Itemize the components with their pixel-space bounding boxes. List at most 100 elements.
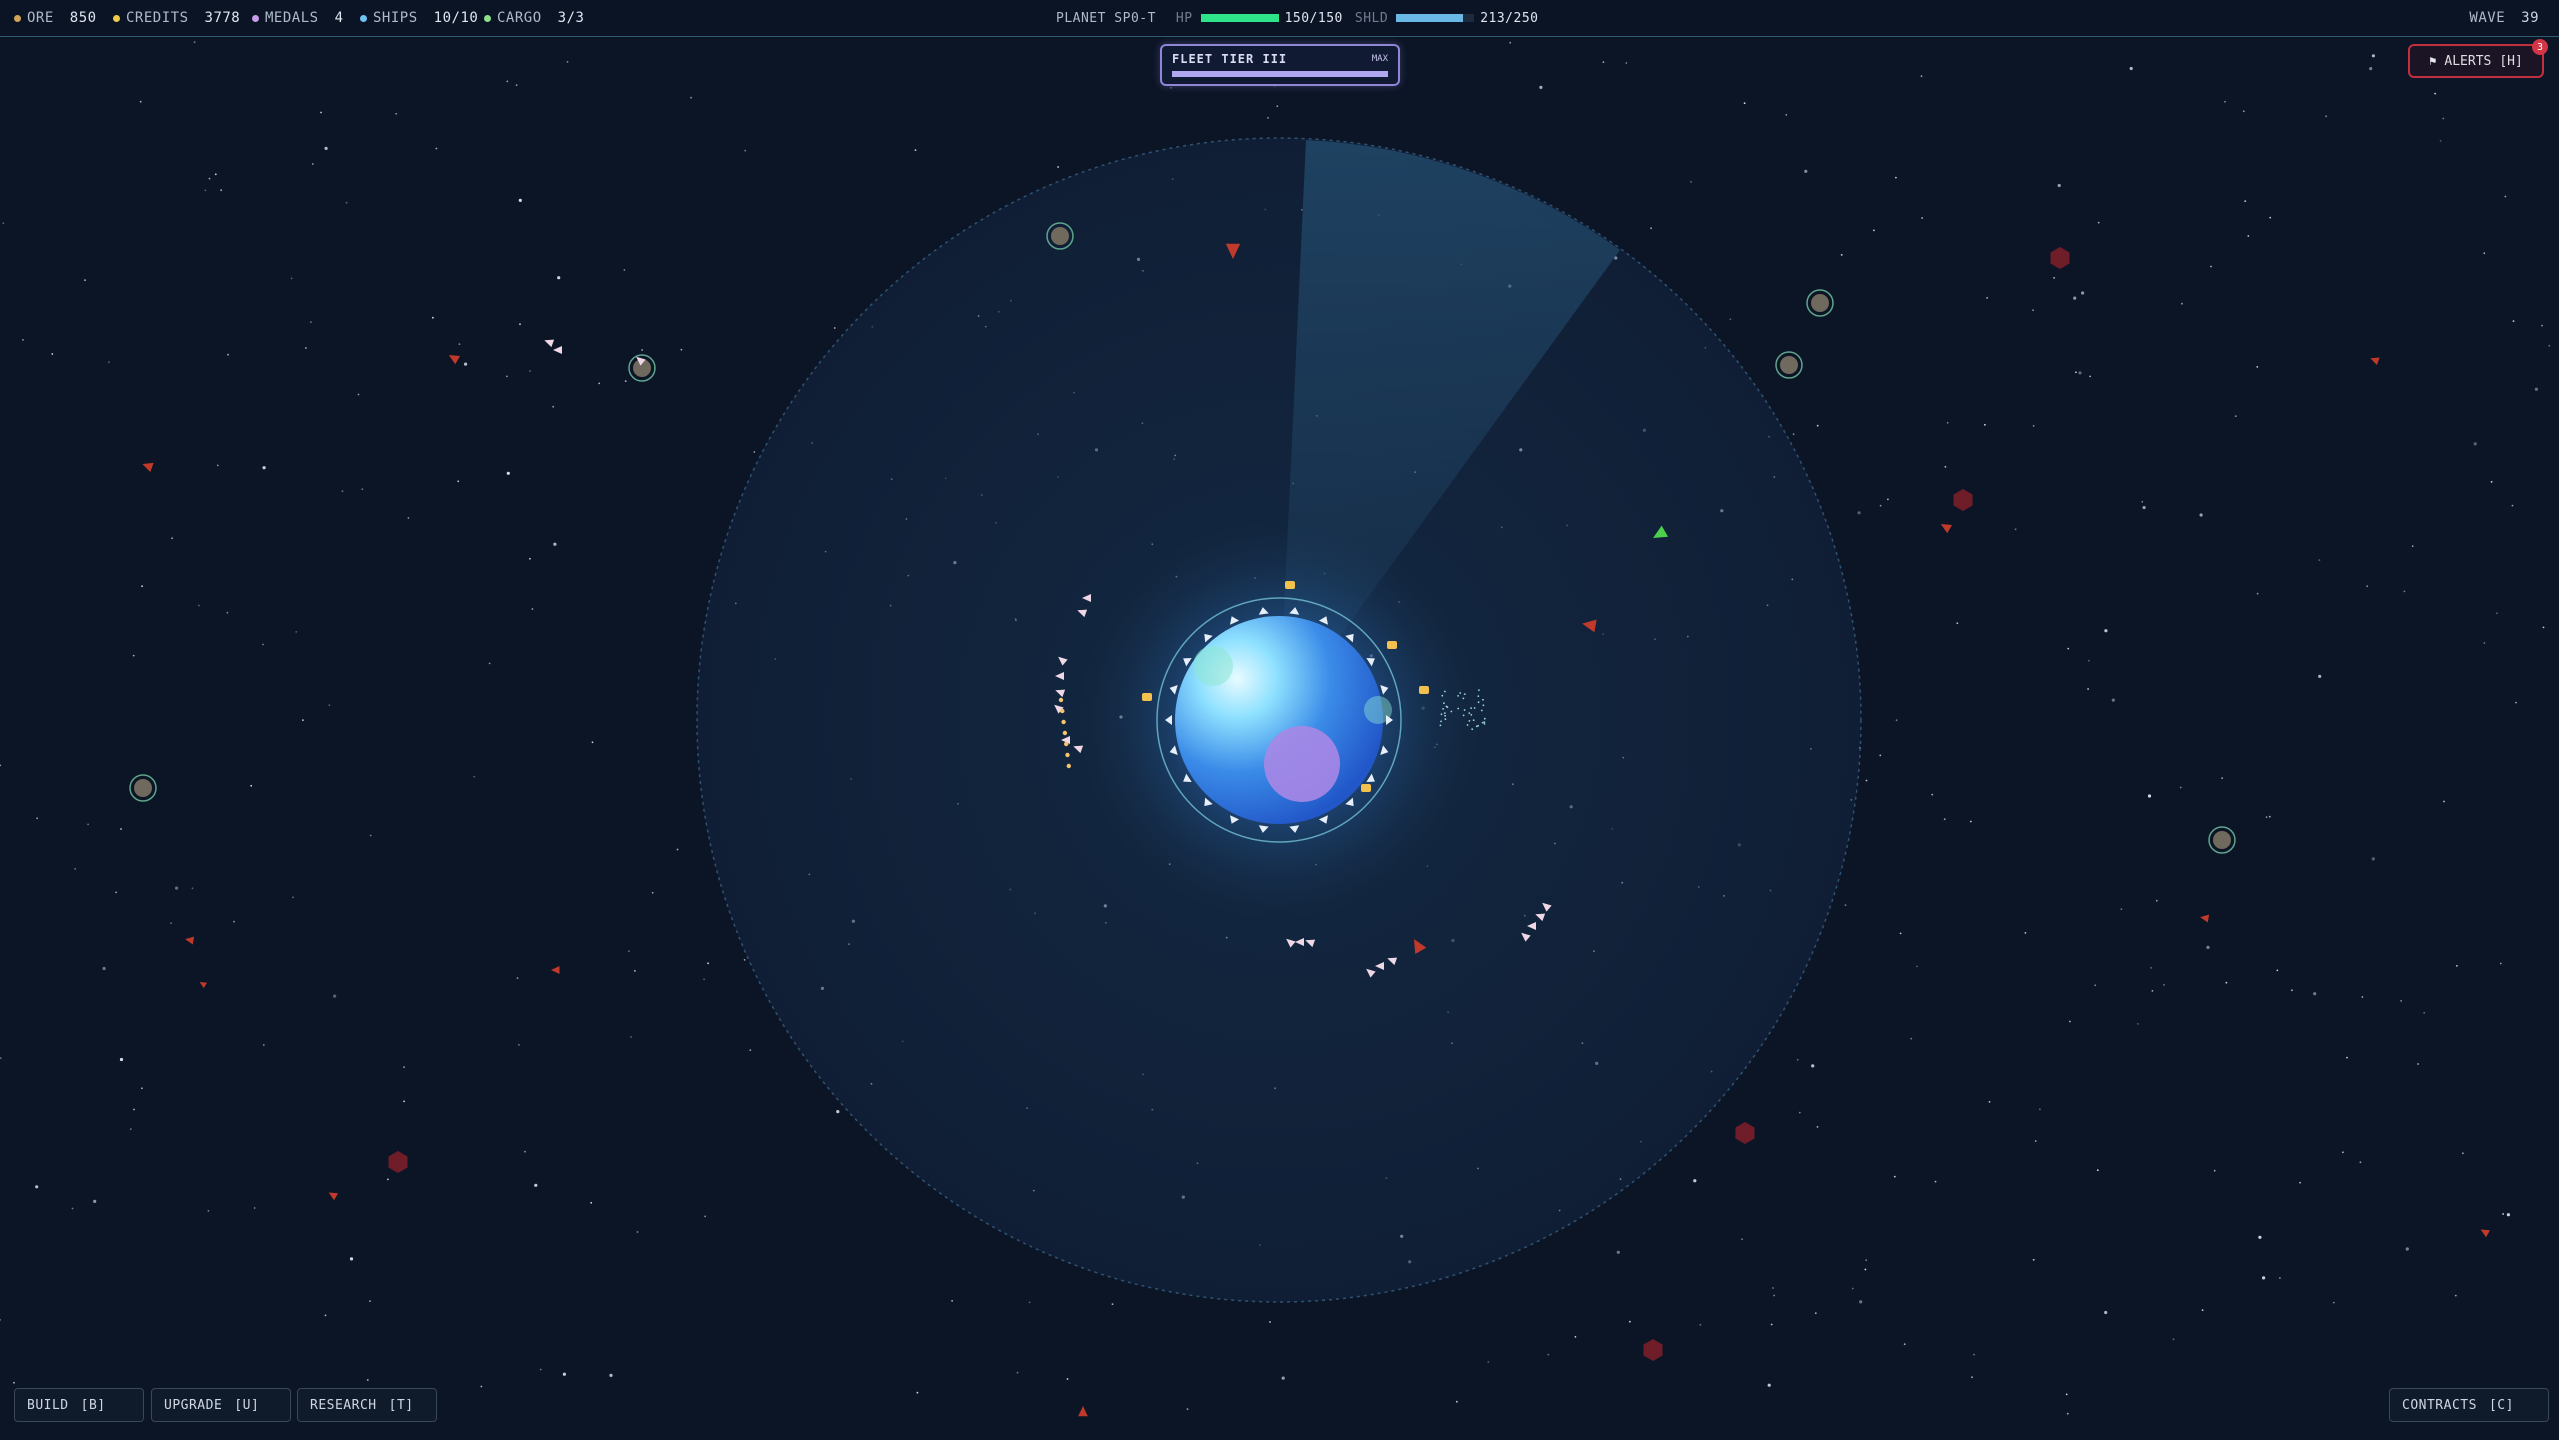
upgrade-button[interactable]: UPGRADE [U] bbox=[151, 1388, 291, 1422]
star bbox=[2147, 794, 2152, 798]
star bbox=[1873, 229, 1875, 232]
enemy-ship bbox=[2370, 357, 2380, 365]
star bbox=[690, 96, 692, 99]
star bbox=[1699, 1323, 1702, 1326]
star bbox=[207, 1210, 210, 1212]
resource-cargo: CARGO 3/3 bbox=[484, 0, 584, 36]
star bbox=[2442, 117, 2445, 120]
star bbox=[1772, 1287, 1774, 1289]
star bbox=[93, 1199, 97, 1203]
star bbox=[2434, 92, 2437, 95]
star bbox=[324, 146, 328, 150]
star bbox=[0, 1057, 2, 1059]
star bbox=[2506, 1213, 2510, 1217]
star bbox=[458, 343, 461, 345]
debris bbox=[1444, 714, 1446, 717]
hp-bar-fill bbox=[1200, 14, 1279, 22]
star bbox=[1865, 779, 1868, 782]
star bbox=[1767, 1383, 1771, 1387]
star bbox=[1741, 1238, 1743, 1241]
enemy-ship bbox=[1078, 1406, 1088, 1417]
projectile bbox=[1061, 719, 1066, 725]
star bbox=[552, 405, 555, 408]
star bbox=[435, 147, 438, 150]
star bbox=[1921, 217, 1923, 219]
star bbox=[175, 886, 179, 890]
star bbox=[1814, 1312, 1817, 1315]
debris bbox=[1482, 704, 1485, 707]
star bbox=[2299, 1181, 2302, 1184]
star bbox=[641, 349, 643, 351]
star bbox=[2225, 981, 2228, 984]
star bbox=[357, 393, 360, 396]
star bbox=[407, 517, 410, 519]
star bbox=[566, 61, 569, 63]
star bbox=[369, 1300, 371, 1302]
star bbox=[2504, 195, 2507, 198]
star bbox=[2073, 296, 2077, 300]
enemy-ship bbox=[199, 982, 208, 989]
planet-moon bbox=[1264, 726, 1340, 802]
space-battlefield[interactable] bbox=[0, 0, 2559, 1440]
debris bbox=[1477, 695, 1480, 697]
star bbox=[1547, 1353, 1550, 1356]
planet-crater bbox=[1193, 646, 1233, 686]
star bbox=[2066, 1412, 2069, 1415]
debris bbox=[1441, 694, 1444, 697]
debris bbox=[1457, 707, 1460, 710]
star bbox=[204, 189, 207, 192]
debris bbox=[1446, 706, 1449, 709]
fleet-tier-progress-fill bbox=[1172, 71, 1388, 77]
star bbox=[518, 1044, 520, 1046]
star bbox=[833, 327, 836, 329]
star bbox=[2210, 265, 2212, 268]
star bbox=[1743, 102, 1746, 105]
star bbox=[2462, 1152, 2464, 1155]
shield-bar-fill bbox=[1396, 14, 1463, 22]
star bbox=[2206, 945, 2210, 950]
star bbox=[539, 1368, 542, 1371]
star bbox=[2417, 1063, 2420, 1065]
star bbox=[590, 1201, 593, 1204]
star bbox=[119, 1057, 124, 1062]
star bbox=[2247, 235, 2250, 237]
build-button[interactable]: BUILD [B] bbox=[14, 1388, 144, 1422]
star bbox=[1028, 1301, 1031, 1304]
star bbox=[227, 353, 230, 356]
planet-name: PLANET SP0-T bbox=[1056, 10, 1156, 26]
star bbox=[191, 887, 194, 890]
alerts-button[interactable]: ⚑ ALERTS [H] 3 bbox=[2408, 39, 2548, 78]
star bbox=[133, 1108, 135, 1111]
shield-value: 213/250 bbox=[1480, 10, 1539, 26]
cargo-drone bbox=[1419, 686, 1429, 694]
debris bbox=[1483, 717, 1486, 720]
star bbox=[2104, 1310, 2108, 1315]
star bbox=[515, 84, 518, 86]
star bbox=[345, 201, 348, 204]
contracts-button[interactable]: CONTRACTS [C] bbox=[2389, 1388, 2549, 1422]
star bbox=[1895, 719, 1898, 722]
star bbox=[562, 1372, 567, 1376]
star bbox=[1276, 105, 1279, 108]
projectile bbox=[1065, 752, 1070, 758]
star bbox=[1016, 1371, 1019, 1374]
shield-bar bbox=[1396, 14, 1475, 22]
star bbox=[506, 471, 510, 475]
contracts-hotkey: [C] bbox=[2488, 1397, 2514, 1413]
star bbox=[488, 662, 491, 665]
star bbox=[84, 279, 86, 281]
star bbox=[2502, 1213, 2505, 1215]
medals-icon bbox=[252, 14, 259, 22]
planet-status: PLANET SP0-T HP 150/150 SHLD 213/250 bbox=[1056, 0, 1550, 36]
star bbox=[2065, 1393, 2068, 1396]
star bbox=[506, 80, 509, 83]
star bbox=[1903, 1343, 1906, 1346]
star bbox=[2269, 216, 2272, 219]
star bbox=[1956, 622, 1959, 625]
star bbox=[2213, 1169, 2216, 1172]
star bbox=[2096, 1169, 2099, 1172]
star bbox=[170, 922, 173, 924]
research-button[interactable]: RESEARCH [T] bbox=[297, 1388, 437, 1422]
star bbox=[2201, 1309, 2204, 1311]
star bbox=[609, 1373, 613, 1377]
